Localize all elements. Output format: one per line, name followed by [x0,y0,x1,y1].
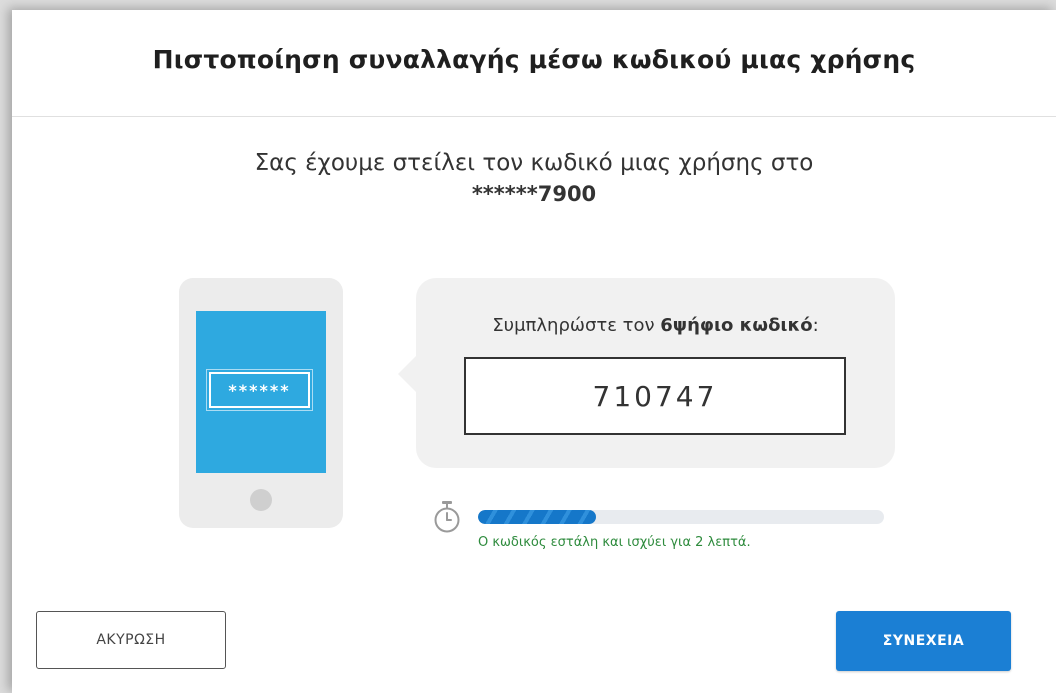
stopwatch-icon [434,501,460,533]
code-entry-bubble: Συμπληρώστε τον 6ψήφιο κωδικό: [398,278,895,468]
dialog-header: Πιστοποίηση συναλλαγής μέσω κωδικού μιας… [12,10,1056,117]
validity-progress-track [478,510,884,524]
validity-note: Ο κωδικός εστάλη και ισχύει για 2 λεπτά. [478,535,751,550]
bubble-tail [398,356,416,392]
screen-frame: Πιστοποίηση συναλλαγής μέσω κωδικού μιας… [0,0,1056,693]
dialog-title: Πιστοποίηση συναλλαγής μέσω κωδικού μιας… [152,44,916,74]
otp-dialog: Πιστοποίηση συναλλαγής μέσω κωδικού μιας… [12,10,1056,693]
code-prompt-prefix: Συμπληρώστε τον [492,315,661,336]
code-prompt: Συμπληρώστε τον 6ψήφιο κωδικό: [416,315,895,336]
validity-progress-fill [478,510,596,524]
code-prompt-suffix: : [812,315,819,336]
phone-illustration: ****** [179,278,343,528]
cancel-button[interactable]: ΑΚΥΡΩΣΗ [36,611,226,669]
phone-screen: ****** [196,311,326,473]
validity-timer: Ο κωδικός εστάλη και ισχύει για 2 λεπτά. [432,500,892,560]
phone-masked-code: ****** [206,369,313,411]
intro-text: Σας έχουμε στείλει τον κωδικό μιας χρήση… [12,148,1056,210]
code-prompt-bold: 6ψήφιο κωδικό [660,315,813,336]
phone-home-button [250,489,272,511]
continue-button[interactable]: ΣΥΝΕΧΕΙΑ [836,611,1011,671]
otp-code-input[interactable] [464,357,846,435]
masked-phone-number: ******7900 [471,182,597,206]
intro-line: Σας έχουμε στείλει τον κωδικό μιας χρήση… [254,150,814,176]
